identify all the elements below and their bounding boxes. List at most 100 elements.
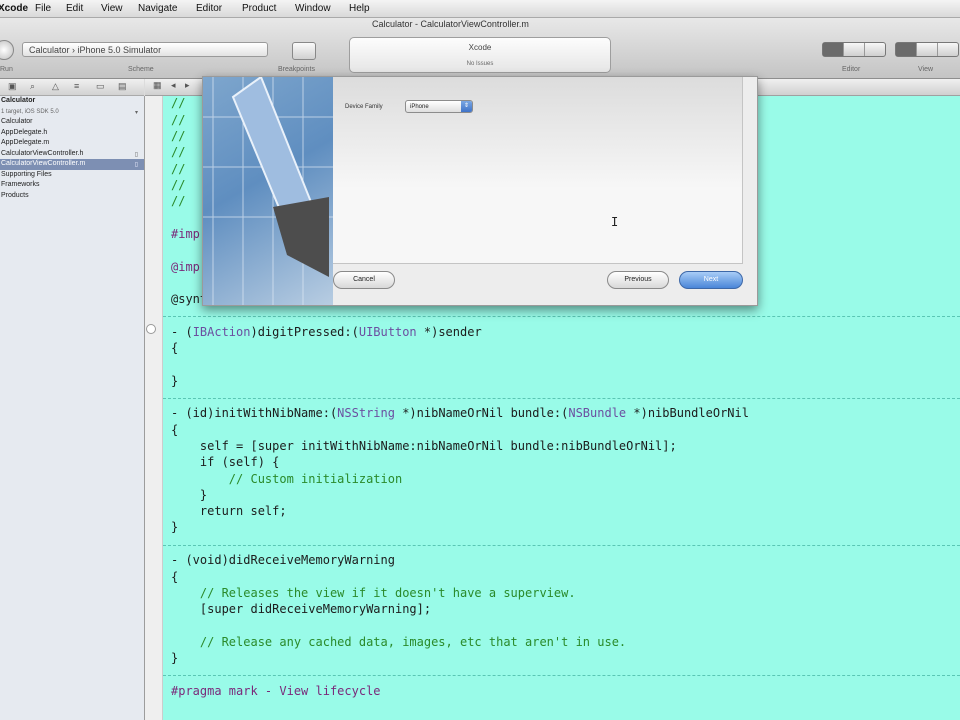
- code-line: //: [171, 145, 186, 159]
- code-line: //: [171, 194, 186, 208]
- nav-project-subtitle: 1 target, iOS SDK 5.0 ▾: [0, 107, 144, 118]
- view-segmented-control[interactable]: [895, 42, 959, 57]
- menu-edit[interactable]: Edit: [66, 3, 83, 14]
- warning-icon[interactable]: △: [52, 81, 59, 92]
- code-line: - (void)didReceiveMemoryWarning: [171, 553, 395, 567]
- code-line: {: [171, 423, 179, 437]
- popup-arrows-icon: ⇕: [461, 101, 472, 112]
- code-token: *)nibNameOrNil bundle:(: [394, 406, 569, 420]
- code-line: //: [171, 162, 186, 176]
- nav-file-appdelegate-m[interactable]: AppDelegate.m: [0, 138, 144, 149]
- menu-bar: Xcode File Edit View Navigate Editor Pro…: [0, 0, 960, 18]
- search-icon[interactable]: ⌕: [30, 81, 35, 92]
- nav-group-frameworks[interactable]: Frameworks: [0, 180, 144, 191]
- code-line: #imp: [171, 227, 200, 241]
- code-line: }: [171, 520, 179, 534]
- code-line: - (IBAction)digitPressed:(UIButton *)sen…: [171, 325, 482, 339]
- breakpoints-button[interactable]: [292, 42, 316, 60]
- navigator-toggle-segment[interactable]: [896, 43, 917, 56]
- menu-window[interactable]: Window: [295, 3, 331, 14]
- folder-icon[interactable]: ▣: [8, 81, 17, 92]
- assistant-editor-segment[interactable]: [844, 43, 865, 56]
- editor-mode-segmented-control[interactable]: [822, 42, 886, 57]
- next-button[interactable]: Next: [679, 271, 743, 289]
- back-arrow-icon[interactable]: ◂: [171, 80, 176, 91]
- code-line: //: [171, 129, 186, 143]
- code-line: - (id)initWithNibName:(NSString *)nibNam…: [171, 406, 749, 420]
- run-label: Run: [0, 66, 13, 73]
- nav-item-label: Frameworks: [1, 181, 40, 188]
- nav-project-calculator[interactable]: Calculator: [0, 96, 144, 107]
- activity-title: Xcode: [468, 43, 492, 52]
- code-line: [super didReceiveMemoryWarning];: [171, 602, 432, 616]
- code-line: return self;: [171, 504, 287, 518]
- method-separator: [163, 316, 960, 317]
- code-line: //: [171, 113, 186, 127]
- run-button[interactable]: [0, 40, 14, 60]
- new-file-options-sheet: Device Family iPhone ⇕ Cancel Previous N…: [202, 76, 758, 306]
- method-separator: [163, 675, 960, 676]
- cancel-button[interactable]: Cancel: [333, 271, 395, 289]
- code-line: if (self) {: [171, 455, 280, 469]
- standard-editor-segment[interactable]: [823, 43, 844, 56]
- menu-app-xcode[interactable]: Xcode: [0, 3, 28, 14]
- window-title: Calculator - CalculatorViewController.m: [372, 19, 529, 29]
- nav-file-appdelegate-h[interactable]: AppDelegate.h: [0, 128, 144, 139]
- nav-group-supporting-files[interactable]: Supporting Files: [0, 170, 144, 181]
- breakpoints-label: Breakpoints: [278, 66, 315, 73]
- scheme-label: Scheme: [128, 66, 154, 73]
- nav-file-calculatorviewcontroller-m[interactable]: CalculatorViewController.m ▯: [0, 159, 144, 170]
- nav-item-label: Products: [1, 191, 29, 199]
- utilities-toggle-segment[interactable]: [938, 43, 958, 56]
- nav-group-calculator[interactable]: Calculator: [0, 117, 144, 128]
- text-cursor-icon: I: [611, 215, 619, 229]
- nav-item-label: 1 target, iOS SDK 5.0: [1, 108, 59, 115]
- code-line: }: [171, 374, 179, 388]
- forward-arrow-icon[interactable]: ▸: [185, 80, 190, 91]
- code-line: // Custom initialization: [171, 472, 403, 486]
- menu-view[interactable]: View: [101, 3, 123, 14]
- code-token: - (: [171, 325, 193, 339]
- xcode-blueprint-artwork: [203, 77, 333, 305]
- code-token-type: NSString: [337, 406, 395, 420]
- code-token: *)sender: [416, 325, 482, 339]
- device-family-popup[interactable]: iPhone ⇕: [405, 100, 473, 113]
- previous-button[interactable]: Previous: [607, 271, 669, 289]
- code-line: @imp: [171, 260, 200, 274]
- menu-navigate[interactable]: Navigate: [138, 3, 177, 14]
- nav-item-label: Calculator: [1, 118, 33, 125]
- nav-item-label: CalculatorViewController.h: [1, 149, 84, 157]
- code-token: )digitPressed:(: [250, 325, 359, 339]
- activity-status: No Issues: [466, 61, 494, 67]
- code-line: // Release any cached data, images, etc …: [171, 635, 627, 649]
- related-files-icon[interactable]: ▦: [153, 80, 162, 91]
- nav-item-label: AppDelegate.m: [1, 139, 50, 146]
- navigator-selector-bar: ▣ ⌕ △ ≡ ▭ ▤: [0, 79, 144, 96]
- code-token-type: NSBundle: [568, 406, 627, 420]
- method-separator: [163, 398, 960, 399]
- breakpoint-icon[interactable]: ▭: [96, 81, 105, 92]
- code-line: self = [super initWithNibName:nibNameOrN…: [171, 439, 677, 453]
- debug-area-toggle-segment[interactable]: [917, 43, 938, 56]
- editor-gutter[interactable]: [145, 96, 163, 720]
- log-icon[interactable]: ▤: [118, 81, 127, 92]
- nav-group-products[interactable]: Products: [0, 191, 144, 202]
- method-separator: [163, 545, 960, 546]
- code-token: - (id)initWithNibName:(: [171, 406, 338, 420]
- device-family-label: Device Family: [345, 104, 383, 110]
- code-token-type: UIButton: [358, 325, 417, 339]
- nav-file-calculatorviewcontroller-h[interactable]: CalculatorViewController.h ▯: [0, 149, 144, 160]
- nav-item-label: Supporting Files: [1, 170, 52, 178]
- scheme-popup[interactable]: Calculator › iPhone 5.0 Simulator: [22, 42, 268, 57]
- menu-product[interactable]: Product: [242, 3, 276, 14]
- version-editor-segment[interactable]: [865, 43, 885, 56]
- menu-editor[interactable]: Editor: [196, 3, 222, 14]
- code-line: {: [171, 341, 179, 355]
- code-line: {: [171, 570, 179, 584]
- menu-help[interactable]: Help: [349, 3, 370, 14]
- view-label: View: [918, 66, 934, 73]
- nav-item-label: CalculatorViewController.m: [1, 160, 86, 167]
- connection-circle-icon[interactable]: [146, 324, 156, 334]
- debug-icon[interactable]: ≡: [74, 81, 79, 91]
- menu-file[interactable]: File: [35, 3, 51, 14]
